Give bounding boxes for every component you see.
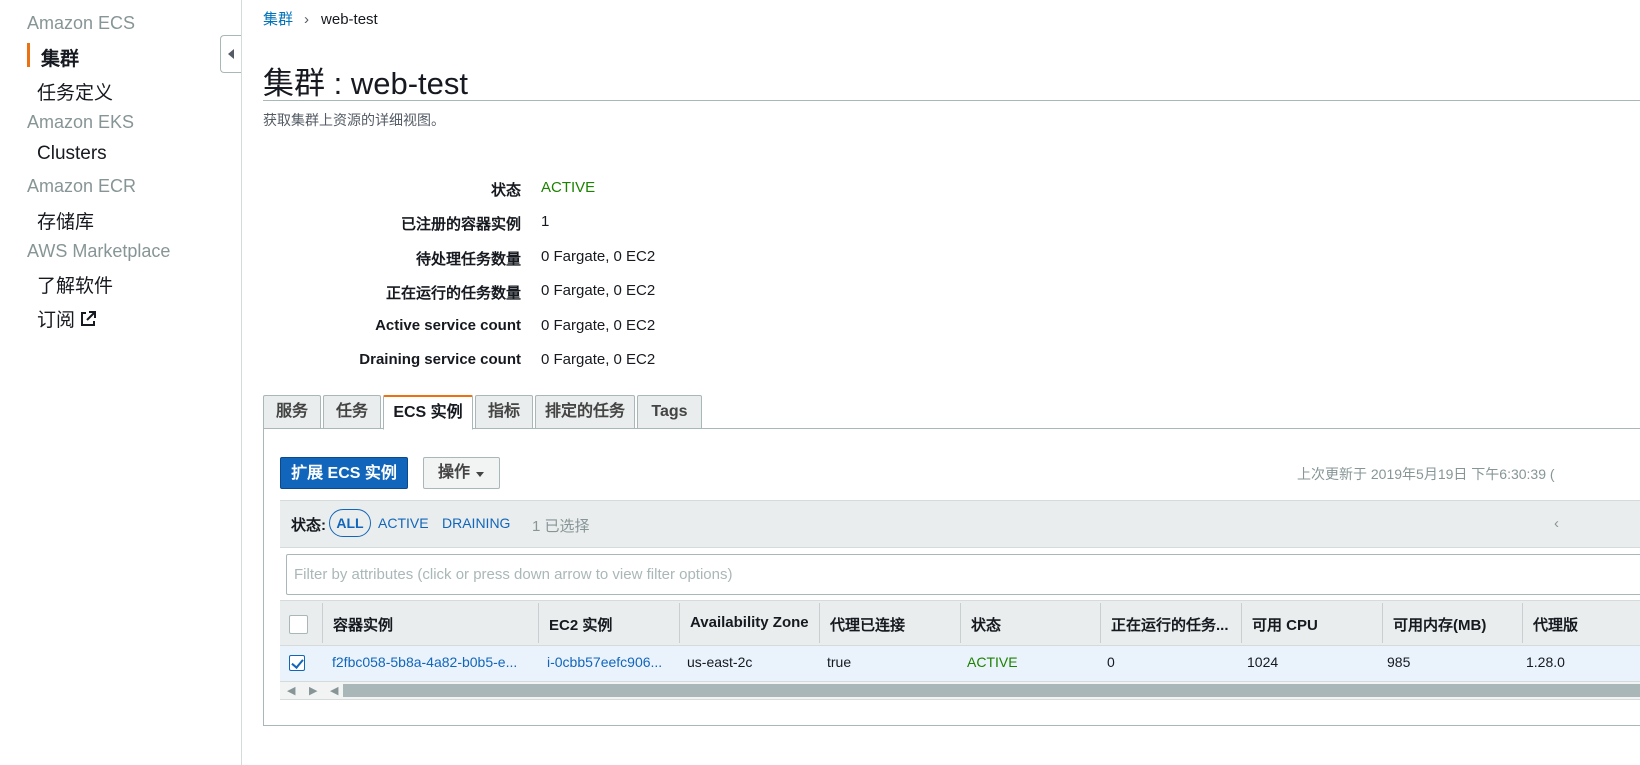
select-all-checkbox[interactable] bbox=[289, 615, 308, 634]
breadcrumb-clusters-link[interactable]: 集群 bbox=[263, 11, 293, 28]
sidebar-item-clusters[interactable]: 集群 bbox=[41, 44, 79, 71]
detail-label: 正在运行的任务数量 bbox=[385, 285, 521, 302]
cell-availability-zone: us-east-2c bbox=[687, 654, 753, 670]
tab-services[interactable]: 服务 bbox=[263, 395, 321, 429]
cell-agent-version: 1.28.0 bbox=[1526, 654, 1565, 670]
previous-page-icon[interactable]: ‹ bbox=[1554, 515, 1559, 532]
filter-draining[interactable]: DRAINING bbox=[442, 515, 510, 531]
caret-down-icon bbox=[476, 472, 484, 477]
sidebar-item-discover-software[interactable]: 了解软件 bbox=[37, 271, 113, 298]
sidebar-section-ecr: Amazon ECR bbox=[27, 176, 137, 196]
sidebar-item-subscriptions[interactable]: 订阅 bbox=[37, 305, 97, 334]
detail-draining-services: Draining service count 0 Fargate, 0 EC2 bbox=[263, 351, 683, 375]
sidebar-item-subscriptions-label: 订阅 bbox=[37, 310, 76, 331]
container-instance-link[interactable]: f2fbc058-5b8a-4a82-b0b5-e... bbox=[332, 654, 517, 670]
filter-all[interactable]: ALL bbox=[329, 509, 371, 537]
filter-active[interactable]: ACTIVE bbox=[378, 515, 429, 531]
detail-active-services: Active service count 0 Fargate, 0 EC2 bbox=[263, 317, 683, 341]
page-subtitle: 获取集群上资源的详细视图。 bbox=[263, 112, 445, 128]
active-indicator bbox=[27, 43, 30, 67]
detail-label: 状态 bbox=[490, 182, 521, 199]
cell-status: ACTIVE bbox=[967, 654, 1018, 670]
cell-available-memory: 985 bbox=[1387, 654, 1411, 670]
detail-value: 0 Fargate, 0 EC2 bbox=[541, 317, 656, 334]
filter-attributes-input[interactable] bbox=[286, 554, 1640, 595]
cell-running-tasks: 0 bbox=[1107, 654, 1115, 670]
detail-value: 0 Fargate, 0 EC2 bbox=[541, 248, 656, 265]
column-header-available-cpu[interactable]: 可用 CPU bbox=[1252, 614, 1377, 635]
cell-available-cpu: 1024 bbox=[1247, 654, 1279, 670]
sidebar: Amazon ECS 集群 任务定义 Amazon EKS Clusters A… bbox=[0, 0, 242, 765]
column-divider bbox=[960, 603, 961, 643]
breadcrumb-separator-icon: › bbox=[304, 11, 310, 28]
last-updated-text: 上次更新于 2019年5月19日 下午6:30:39 ( bbox=[1297, 466, 1555, 482]
actions-dropdown-button[interactable]: 操作 bbox=[423, 457, 500, 489]
column-divider bbox=[819, 603, 820, 643]
column-divider bbox=[1522, 603, 1523, 643]
tab-tags[interactable]: Tags bbox=[637, 395, 702, 429]
column-divider bbox=[679, 603, 680, 643]
scale-ecs-instances-button[interactable]: 扩展 ECS 实例 bbox=[280, 457, 408, 489]
column-header-container-instance[interactable]: 容器实例 bbox=[333, 614, 533, 635]
detail-value: 0 Fargate, 0 EC2 bbox=[541, 351, 656, 368]
column-divider bbox=[1100, 603, 1101, 643]
detail-label: 待处理任务数量 bbox=[415, 251, 521, 268]
detail-label: Active service count bbox=[375, 317, 521, 334]
column-header-agent-version[interactable]: 代理版 bbox=[1533, 614, 1640, 635]
row-checkbox[interactable] bbox=[289, 655, 305, 671]
detail-value: 0 Fargate, 0 EC2 bbox=[541, 282, 656, 299]
detail-label: Draining service count bbox=[359, 351, 521, 368]
collapse-sidebar-button[interactable] bbox=[220, 35, 241, 73]
column-header-running-tasks[interactable]: 正在运行的任务... bbox=[1111, 614, 1236, 635]
cell-agent-connected: true bbox=[827, 654, 852, 670]
detail-label: 已注册的容器实例 bbox=[400, 216, 521, 233]
column-header-agent-connected[interactable]: 代理已连接 bbox=[830, 614, 955, 635]
tab-scheduled-tasks[interactable]: 排定的任务 bbox=[535, 395, 635, 429]
column-header-ec2-instance[interactable]: EC2 实例 bbox=[549, 614, 674, 635]
ec2-instance-link[interactable]: i-0cbb57eefc906... bbox=[547, 654, 662, 670]
sidebar-item-task-definitions[interactable]: 任务定义 bbox=[37, 78, 113, 105]
column-divider bbox=[322, 603, 323, 643]
sidebar-item-repositories[interactable]: 存储库 bbox=[37, 207, 94, 234]
sidebar-section-marketplace: AWS Marketplace bbox=[27, 241, 171, 261]
detail-pending-tasks: 待处理任务数量 0 Fargate, 0 EC2 bbox=[263, 248, 683, 272]
title-divider bbox=[263, 100, 1640, 101]
scroll-left-icon[interactable]: ◀ bbox=[330, 684, 338, 697]
scroll-left-icon[interactable]: ◀ bbox=[287, 684, 295, 697]
selected-count: 1 已选择 bbox=[532, 518, 590, 535]
detail-registered-instances: 已注册的容器实例 1 bbox=[263, 213, 683, 237]
breadcrumb: 集群 › web-test bbox=[263, 8, 378, 29]
sidebar-item-eks-clusters[interactable]: Clusters bbox=[37, 143, 107, 165]
detail-status: 状态 ACTIVE bbox=[263, 179, 683, 203]
column-divider bbox=[1382, 603, 1383, 643]
tab-ecs-instances[interactable]: ECS 实例 bbox=[383, 395, 473, 430]
column-divider bbox=[1241, 603, 1242, 643]
actions-label: 操作 bbox=[438, 464, 471, 481]
tab-metrics[interactable]: 指标 bbox=[475, 395, 533, 429]
scroll-right-icon[interactable]: ▶ bbox=[309, 684, 317, 697]
scrollbar-thumb[interactable] bbox=[343, 684, 1640, 697]
detail-value: 1 bbox=[541, 213, 550, 230]
column-header-availability-zone[interactable]: Availability Zone bbox=[690, 614, 815, 631]
column-divider bbox=[538, 603, 539, 643]
tab-tasks[interactable]: 任务 bbox=[323, 395, 381, 429]
sidebar-section-eks: Amazon EKS bbox=[27, 112, 135, 132]
column-header-available-memory[interactable]: 可用内存(MB) bbox=[1393, 614, 1518, 635]
sidebar-section-ecs: Amazon ECS bbox=[27, 13, 136, 33]
detail-running-tasks: 正在运行的任务数量 0 Fargate, 0 EC2 bbox=[263, 282, 683, 306]
column-header-status[interactable]: 状态 bbox=[971, 614, 1096, 635]
detail-value: ACTIVE bbox=[541, 179, 596, 196]
breadcrumb-current: web-test bbox=[321, 11, 378, 28]
external-link-icon bbox=[79, 310, 97, 334]
page-title: 集群 : web-test bbox=[263, 66, 468, 101]
status-filter-label: 状态: bbox=[291, 517, 326, 534]
